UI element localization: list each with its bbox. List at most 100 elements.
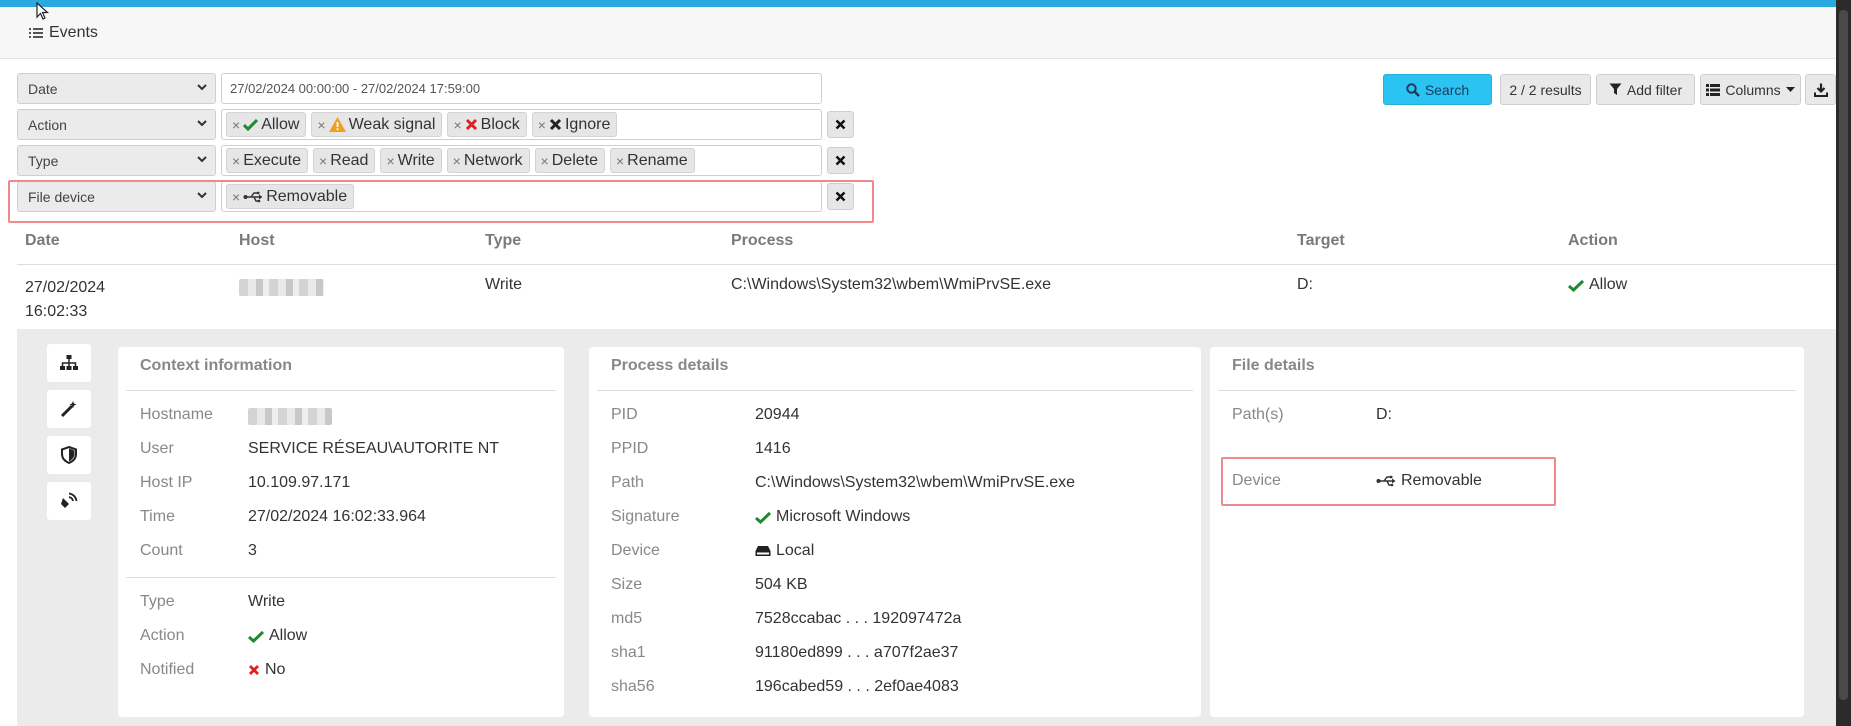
context-row-type: Type Write: [140, 593, 556, 613]
remove-tag-icon[interactable]: ×: [538, 117, 546, 133]
column-header-type[interactable]: Type: [485, 232, 521, 250]
check-icon: [755, 511, 771, 524]
field-key: sha56: [611, 678, 655, 695]
download-button[interactable]: [1805, 74, 1836, 105]
remove-tag-icon[interactable]: ×: [541, 153, 549, 169]
filter-tag[interactable]: × Execute: [226, 148, 308, 173]
file-device-tags-input[interactable]: × Removable: [221, 181, 822, 212]
field-value: 196cabed59 . . . 2ef0ae4083: [755, 678, 959, 695]
search-icon: [1406, 82, 1420, 97]
field-value: Removable: [1376, 472, 1482, 490]
check-icon: [1568, 279, 1584, 292]
remove-tag-icon[interactable]: ×: [319, 153, 327, 169]
remove-filter-button[interactable]: [827, 147, 854, 174]
field-key: Action: [140, 627, 185, 644]
field-key: Host IP: [140, 474, 193, 491]
filter-tag[interactable]: × Block: [447, 112, 527, 137]
sitemap-icon: [60, 355, 78, 370]
events-table-header: Date Host Type Process Target Action: [17, 227, 1836, 265]
close-icon: [835, 119, 846, 130]
columns-dropdown-button[interactable]: Columns: [1700, 74, 1801, 105]
remove-tag-icon[interactable]: ×: [453, 153, 461, 169]
filter-field-label: Type: [28, 153, 59, 169]
filter-field-select[interactable]: Action: [17, 109, 216, 140]
context-row-user: User SERVICE RÉSEAU\AUTORITE NT: [140, 440, 556, 460]
field-key: Path(s): [1232, 406, 1284, 423]
field-key: Signature: [611, 508, 680, 525]
field-value: 91180ed899 . . . a707f2ae37: [755, 644, 959, 661]
remove-filter-button[interactable]: [827, 183, 854, 210]
field-value: C:\Windows\System32\wbem\WmiPrvSE.exe: [755, 474, 1076, 491]
security-button[interactable]: [47, 436, 91, 474]
column-header-target[interactable]: Target: [1297, 232, 1345, 250]
action-tags-input[interactable]: × Allow × Weak signal × Block × Ignore: [221, 109, 822, 140]
column-header-host[interactable]: Host: [239, 232, 275, 250]
type-tags-input[interactable]: × Execute × Read × Write × Network × Delete ×…: [221, 145, 822, 176]
field-key: Count: [140, 542, 183, 559]
filter-tag[interactable]: × Ignore: [531, 112, 618, 137]
row-date-day: 27/02/2024: [25, 279, 106, 296]
filter-field-select[interactable]: Date: [17, 73, 216, 104]
filter-field-select[interactable]: File device: [17, 181, 216, 212]
remove-tag-icon[interactable]: ×: [232, 117, 240, 133]
process-row-path: Path C:\Windows\System32\wbem\WmiPrvSE.ex…: [611, 474, 1193, 494]
field-key: Hostname: [140, 406, 213, 423]
remove-tag-icon[interactable]: ×: [386, 153, 394, 169]
filter-tag[interactable]: × Network: [446, 148, 530, 173]
remove-tag-icon[interactable]: ×: [232, 153, 240, 169]
process-tree-button[interactable]: [47, 344, 91, 382]
date-range-input[interactable]: 27/02/2024 00:00:00 - 27/02/2024 17:59:0…: [221, 73, 822, 104]
add-filter-button[interactable]: Add filter: [1596, 74, 1695, 105]
context-row-hostname: Hostname: [140, 406, 556, 426]
tag-label: Allow: [261, 115, 300, 133]
row-date: 27/02/2024 16:02:33: [25, 276, 105, 324]
device-value: Local: [776, 542, 815, 559]
filter-field-select[interactable]: Type: [17, 145, 216, 176]
page-header: Events: [0, 7, 1836, 59]
remove-tag-icon[interactable]: ×: [616, 153, 624, 169]
column-header-action[interactable]: Action: [1568, 232, 1618, 250]
filter-tag[interactable]: × Read: [313, 148, 376, 173]
network-button[interactable]: [47, 482, 91, 520]
magic-button[interactable]: [47, 390, 91, 428]
field-key: Path: [611, 474, 644, 491]
filter-tag[interactable]: × Rename: [609, 148, 695, 173]
tag-label: Read: [330, 151, 369, 169]
process-row-md5: md5 7528ccabac . . . 192097472a: [611, 610, 1193, 630]
columns-label: Columns: [1725, 81, 1781, 98]
close-icon: [835, 155, 846, 166]
scrollbar-thumb[interactable]: [1839, 10, 1848, 700]
context-row-time: Time 27/02/2024 16:02:33.964: [140, 508, 556, 528]
filter-tag[interactable]: × Removable: [226, 184, 355, 209]
filter-tag[interactable]: × Weak signal: [311, 112, 443, 137]
notified-value: No: [265, 661, 286, 678]
search-button[interactable]: Search: [1383, 74, 1492, 105]
filter-field-label: Action: [28, 117, 67, 133]
tag-label: Removable: [266, 187, 348, 205]
remove-tag-icon[interactable]: ×: [232, 189, 240, 205]
process-details-panel: Process details PID 20944 PPID 1416 Path C:…: [589, 347, 1201, 717]
field-value: Local: [755, 542, 814, 560]
row-date-time: 16:02:33: [25, 303, 88, 320]
remove-tag-icon[interactable]: ×: [453, 117, 461, 133]
row-action-label: Allow: [1589, 276, 1628, 293]
process-row-ppid: PPID 1416: [611, 440, 1193, 460]
filter-tag[interactable]: × Delete: [534, 148, 605, 173]
divider: [126, 390, 556, 391]
file-details-panel: File details Path(s) D: Device Removable: [1210, 347, 1804, 717]
results-count-button[interactable]: 2 / 2 results: [1500, 74, 1591, 105]
context-row-action: Action Allow: [140, 627, 556, 647]
column-header-date[interactable]: Date: [25, 232, 60, 250]
filter-tag[interactable]: × Write: [380, 148, 442, 173]
filter-tag[interactable]: × Allow: [226, 112, 307, 137]
mouse-cursor-icon: [36, 2, 50, 20]
remove-tag-icon[interactable]: ×: [317, 117, 325, 133]
divider: [1218, 390, 1796, 391]
context-row-notified: Notified No: [140, 661, 556, 681]
field-key: Size: [611, 576, 643, 593]
column-header-process[interactable]: Process: [731, 232, 793, 250]
remove-filter-button[interactable]: [827, 111, 854, 138]
field-value: Allow: [248, 627, 307, 645]
table-row[interactable]: 27/02/2024 16:02:33 Write C:\Windows\Sys…: [17, 265, 1836, 329]
file-row-paths: Path(s) D:: [1232, 406, 1796, 426]
